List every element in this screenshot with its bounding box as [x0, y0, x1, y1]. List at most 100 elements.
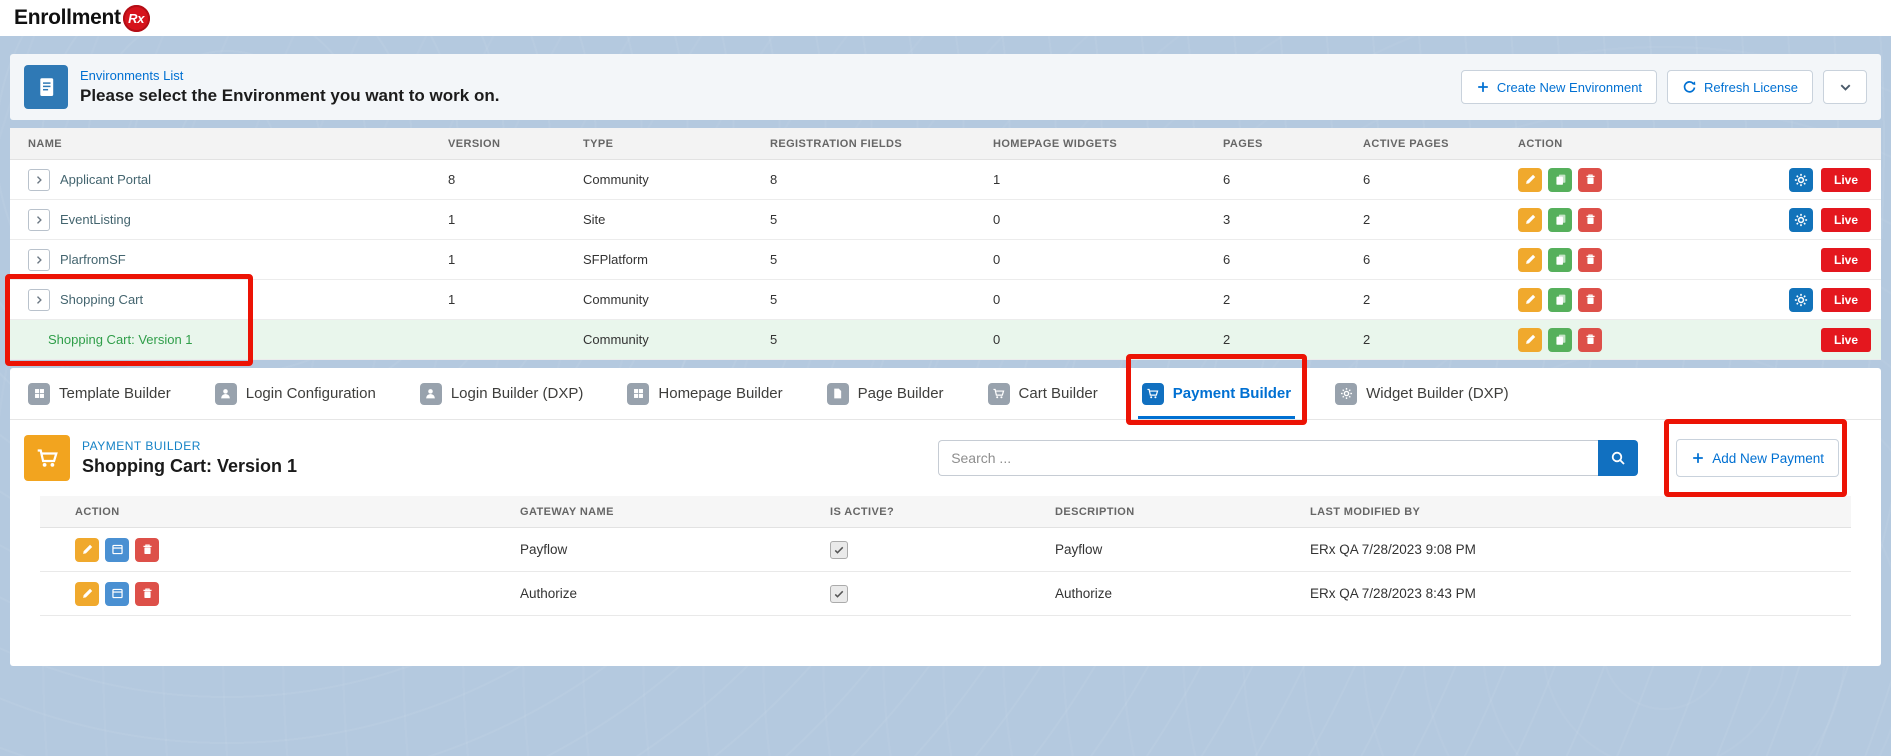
environment-name-link[interactable]: PlarfromSF — [60, 252, 126, 267]
version-cell: 8 — [430, 172, 565, 187]
expand-row-button[interactable] — [28, 249, 50, 271]
delete-icon[interactable] — [135, 582, 159, 606]
more-actions-button[interactable] — [1823, 70, 1867, 104]
col-last-modified-by: LAST MODIFIED BY — [1275, 506, 1851, 518]
edit-icon[interactable] — [1518, 168, 1542, 192]
pencil-icon — [1524, 333, 1537, 346]
create-new-environment-label: Create New Environment — [1497, 80, 1642, 95]
add-new-payment-button[interactable]: Add New Payment — [1676, 439, 1839, 477]
row-right-actions: Live — [1789, 208, 1871, 232]
payment-builder-title: Shopping Cart: Version 1 — [82, 456, 297, 477]
copy-icon — [1554, 333, 1567, 346]
col-type: TYPE — [565, 138, 752, 150]
name-cell: PlarfromSF — [10, 249, 430, 271]
preview-icon[interactable] — [105, 582, 129, 606]
top-bar: Enrollment Rx — [0, 0, 1891, 36]
cart-icon — [1142, 383, 1164, 405]
grid-icon — [627, 383, 649, 405]
description-cell: Payflow — [1020, 542, 1275, 557]
environment-name-link[interactable]: EventListing — [60, 212, 131, 227]
edit-icon[interactable] — [1518, 248, 1542, 272]
expand-row-button[interactable] — [28, 209, 50, 231]
live-button[interactable]: Live — [1821, 328, 1871, 352]
search-icon — [1610, 450, 1626, 466]
tab-cart-builder[interactable]: Cart Builder — [988, 368, 1098, 419]
delete-icon[interactable] — [1578, 288, 1602, 312]
clone-icon[interactable] — [1548, 288, 1572, 312]
delete-icon[interactable] — [1578, 248, 1602, 272]
expand-row-button[interactable] — [28, 289, 50, 311]
col-description: DESCRIPTION — [1020, 506, 1275, 518]
settings-gear-icon[interactable] — [1789, 168, 1813, 192]
col-pages: PAGES — [1205, 138, 1345, 150]
delete-icon[interactable] — [1578, 168, 1602, 192]
edit-icon[interactable] — [75, 582, 99, 606]
create-new-environment-button[interactable]: Create New Environment — [1461, 70, 1657, 104]
settings-gear-icon[interactable] — [1789, 288, 1813, 312]
col-name: NAME — [10, 138, 430, 150]
action-cell: Live — [1500, 248, 1881, 272]
environments-title: Please select the Environment you want t… — [80, 86, 499, 106]
row-right-actions: Live — [1821, 248, 1871, 272]
builder-panel: Template Builder Login Configuration Log… — [10, 368, 1881, 666]
live-button[interactable]: Live — [1821, 248, 1871, 272]
table-row: Payflow Payflow ERx QA 7/28/2023 9:08 PM — [40, 528, 1851, 572]
pages-cell: 6 — [1205, 172, 1345, 187]
col-is-active: IS ACTIVE? — [795, 506, 1020, 518]
edit-icon[interactable] — [1518, 288, 1542, 312]
live-button[interactable]: Live — [1821, 288, 1871, 312]
clone-icon[interactable] — [1548, 168, 1572, 192]
edit-icon[interactable] — [1518, 328, 1542, 352]
is-active-checkbox[interactable] — [830, 541, 848, 559]
search-input[interactable] — [938, 440, 1598, 476]
live-button[interactable]: Live — [1821, 208, 1871, 232]
col-gateway-name: GATEWAY NAME — [485, 506, 795, 518]
col-action: ACTION — [40, 506, 485, 518]
edit-icon[interactable] — [1518, 208, 1542, 232]
trash-icon — [1584, 173, 1597, 186]
refresh-license-button[interactable]: Refresh License — [1667, 70, 1813, 104]
type-cell: Community — [565, 332, 752, 347]
homepage-widgets-cell: 0 — [975, 212, 1205, 227]
clone-icon[interactable] — [1548, 328, 1572, 352]
search-button[interactable] — [1598, 440, 1638, 476]
payment-search — [938, 440, 1638, 476]
edit-icon[interactable] — [75, 538, 99, 562]
settings-gear-icon[interactable] — [1789, 208, 1813, 232]
environment-version-link[interactable]: Shopping Cart: Version 1 — [48, 332, 193, 347]
table-row: Authorize Authorize ERx QA 7/28/2023 8:4… — [40, 572, 1851, 616]
clone-icon[interactable] — [1548, 208, 1572, 232]
payments-table: ACTION GATEWAY NAME IS ACTIVE? DESCRIPTI… — [40, 496, 1851, 616]
action-cell — [40, 538, 485, 562]
plus-icon — [1476, 80, 1490, 94]
tab-payment-builder[interactable]: Payment Builder — [1142, 368, 1291, 419]
row-right-actions: Live — [1789, 168, 1871, 192]
live-button[interactable]: Live — [1821, 168, 1871, 192]
tab-widget-builder-dxp[interactable]: Widget Builder (DXP) — [1335, 368, 1509, 419]
pencil-icon — [81, 543, 94, 556]
environments-table-rows: Applicant Portal 8 Community 8 1 6 6 Liv… — [10, 160, 1881, 360]
active-pages-cell: 2 — [1345, 292, 1500, 307]
trash-icon — [1584, 213, 1597, 226]
environments-doc-icon — [24, 65, 68, 109]
page-background: Environments List Please select the Envi… — [0, 36, 1891, 756]
tab-label: Page Builder — [858, 385, 944, 402]
tab-homepage-builder[interactable]: Homepage Builder — [627, 368, 782, 419]
environment-name-link[interactable]: Applicant Portal — [60, 172, 151, 187]
delete-icon[interactable] — [135, 538, 159, 562]
table-row: Applicant Portal 8 Community 8 1 6 6 Liv… — [10, 160, 1881, 200]
tab-template-builder[interactable]: Template Builder — [28, 368, 171, 419]
clone-icon[interactable] — [1548, 248, 1572, 272]
col-version: VERSION — [430, 138, 565, 150]
delete-icon[interactable] — [1578, 208, 1602, 232]
tab-login-configuration[interactable]: Login Configuration — [215, 368, 376, 419]
col-homepage-widgets: HOMEPAGE WIDGETS — [975, 138, 1205, 150]
is-active-checkbox[interactable] — [830, 585, 848, 603]
environment-name-link[interactable]: Shopping Cart — [60, 292, 143, 307]
logo-rx-badge: Rx — [123, 5, 150, 32]
expand-row-button[interactable] — [28, 169, 50, 191]
preview-icon[interactable] — [105, 538, 129, 562]
delete-icon[interactable] — [1578, 328, 1602, 352]
tab-login-builder-dxp[interactable]: Login Builder (DXP) — [420, 368, 584, 419]
tab-page-builder[interactable]: Page Builder — [827, 368, 944, 419]
